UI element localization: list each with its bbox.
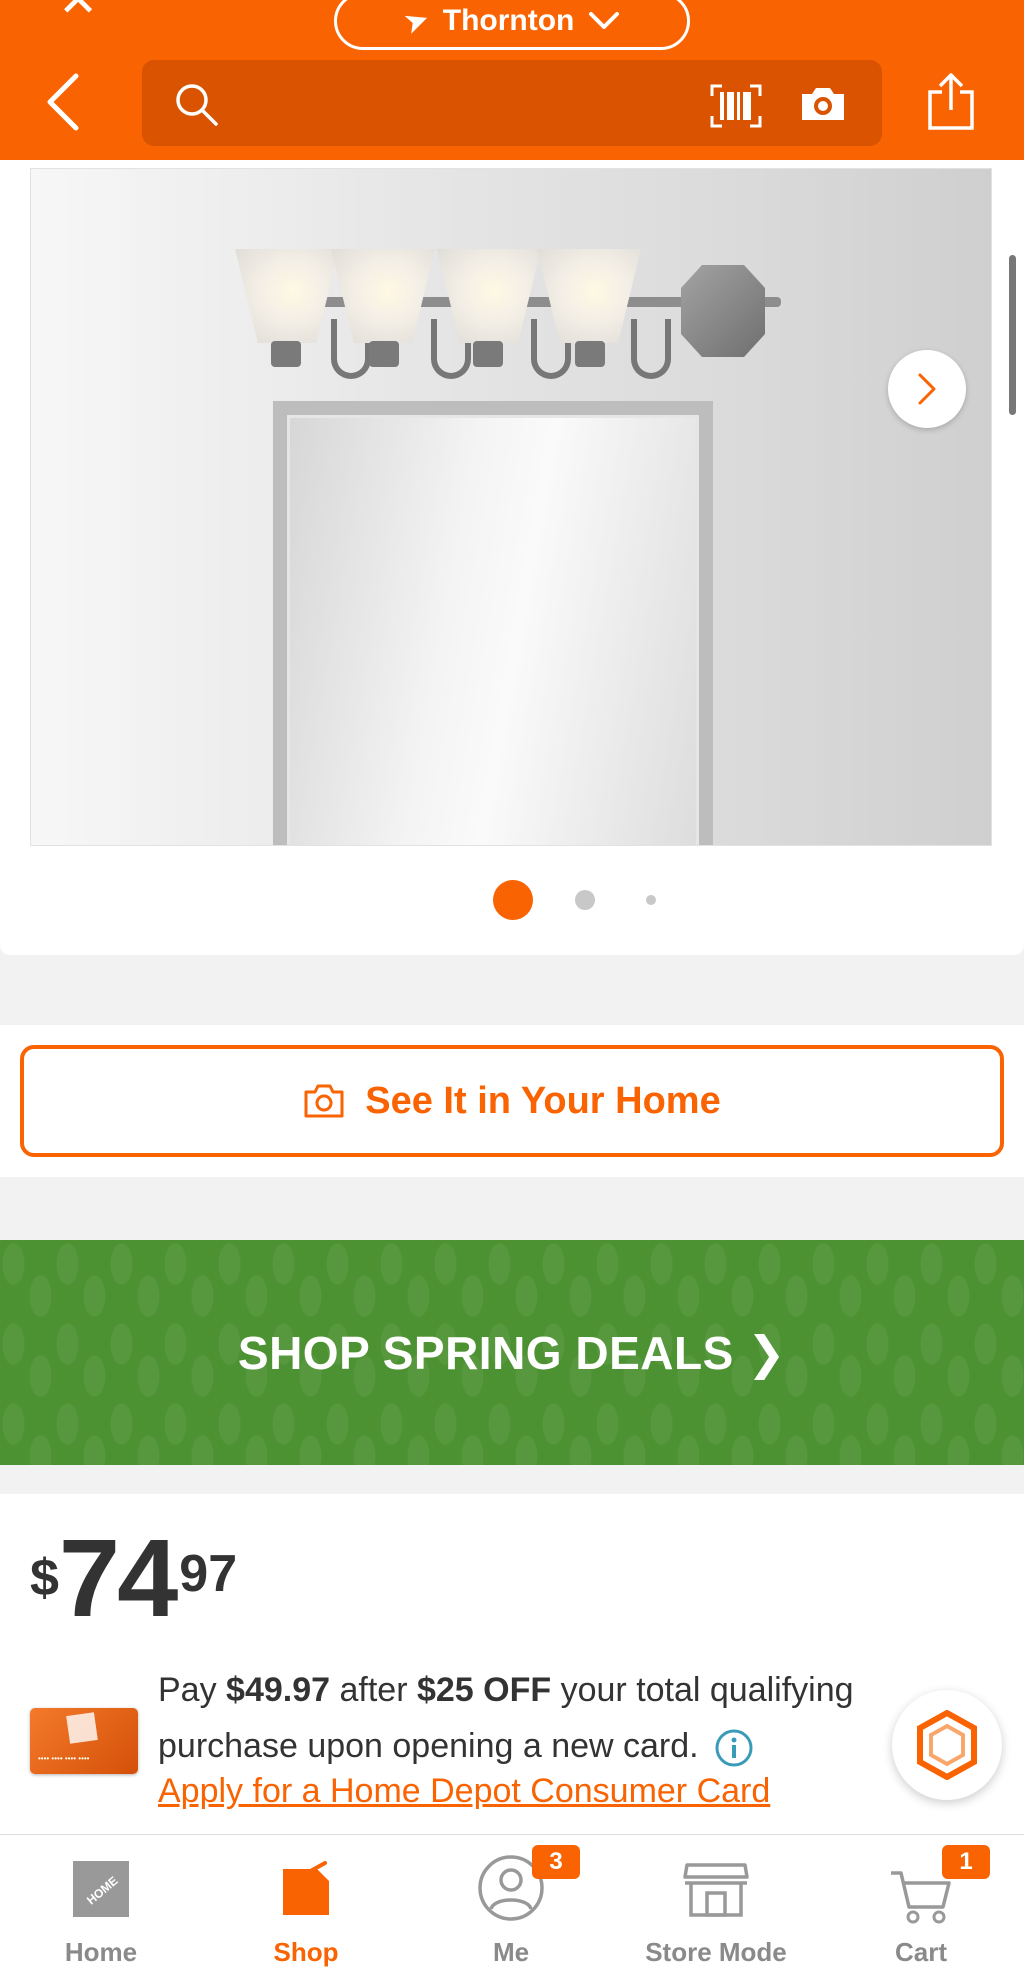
bottom-tab-bar: HOME Home Shop 3 Me Store Mode 1 Cart: [0, 1834, 1024, 1972]
home-depot-logo-icon: [66, 1712, 98, 1744]
store-name: Thornton: [442, 4, 575, 37]
price-section: $ 74 97 •••• •••• •••• •••• Pay $49.97 a…: [0, 1494, 1024, 1834]
mirror: [273, 401, 713, 845]
shop-tag-icon: [283, 1861, 329, 1915]
product-price: $ 74 97: [30, 1524, 237, 1634]
assistant-hexagon-icon: [917, 1710, 977, 1780]
glass-shade: [235, 249, 339, 343]
price-currency: $: [30, 1549, 59, 1607]
offer-discount: $25 OFF: [416, 1671, 552, 1709]
camera-icon: [304, 1084, 344, 1118]
info-icon[interactable]: [714, 1728, 754, 1768]
product-image[interactable]: [30, 168, 992, 846]
back-button[interactable]: [44, 72, 94, 132]
search-icon: [176, 84, 218, 126]
gallery-pagination: [0, 880, 1024, 920]
chat-assistant-button[interactable]: [892, 1690, 1002, 1800]
next-image-button[interactable]: [888, 350, 966, 428]
cart-badge: 1: [942, 1845, 990, 1879]
price-dollars: 74: [58, 1517, 178, 1640]
tab-home[interactable]: HOME Home: [6, 1845, 196, 1967]
card-offer-text: Pay $49.97 after $25 OFF your total qual…: [158, 1662, 898, 1774]
me-badge: 3: [532, 1845, 580, 1879]
pagination-dot[interactable]: [575, 890, 595, 910]
shop-spring-deals-banner[interactable]: SHOP SPRING DEALS ❯: [0, 1240, 1024, 1465]
pagination-dot-active[interactable]: [493, 880, 533, 920]
location-arrow-icon: ➤: [398, 1, 434, 41]
close-icon[interactable]: ✕: [58, 0, 108, 25]
barcode-scanner-icon[interactable]: [710, 84, 762, 128]
see-it-section: See It in Your Home: [0, 1025, 1024, 1177]
camera-icon[interactable]: [798, 84, 848, 124]
price-cents: 97: [179, 1545, 238, 1603]
tab-store-mode[interactable]: Store Mode: [621, 1845, 811, 1967]
search-input[interactable]: [142, 60, 882, 146]
product-gallery: [0, 160, 1024, 955]
offer-amount: $49.97: [226, 1671, 331, 1709]
back-chevron-icon: [47, 73, 79, 131]
promo-label: SHOP SPRING DEALS ❯: [237, 1326, 787, 1379]
pagination-dot[interactable]: [646, 895, 656, 905]
chevron-right-icon: [918, 373, 936, 405]
store-selector[interactable]: ➤ Thornton: [334, 0, 690, 50]
see-it-in-your-home-button[interactable]: See It in Your Home: [20, 1045, 1004, 1157]
tab-shop[interactable]: Shop: [211, 1845, 401, 1967]
chevron-down-icon: [589, 12, 620, 29]
apply-card-link[interactable]: Apply for a Home Depot Consumer Card: [158, 1772, 770, 1811]
fixture-plate: [681, 265, 765, 357]
credit-card-image: •••• •••• •••• ••••: [30, 1708, 138, 1774]
tab-cart[interactable]: 1 Cart: [826, 1845, 1016, 1967]
tab-me[interactable]: 3 Me: [416, 1845, 606, 1967]
store-icon: [683, 1863, 749, 1917]
see-it-label: See It in Your Home: [365, 1079, 721, 1122]
home-depot-logo-icon: HOME: [73, 1861, 129, 1917]
app-header: ✕ ➤ Thornton: [0, 0, 1024, 160]
share-button[interactable]: [926, 72, 976, 137]
share-icon: [928, 73, 974, 130]
scrollbar[interactable]: [1009, 255, 1016, 415]
